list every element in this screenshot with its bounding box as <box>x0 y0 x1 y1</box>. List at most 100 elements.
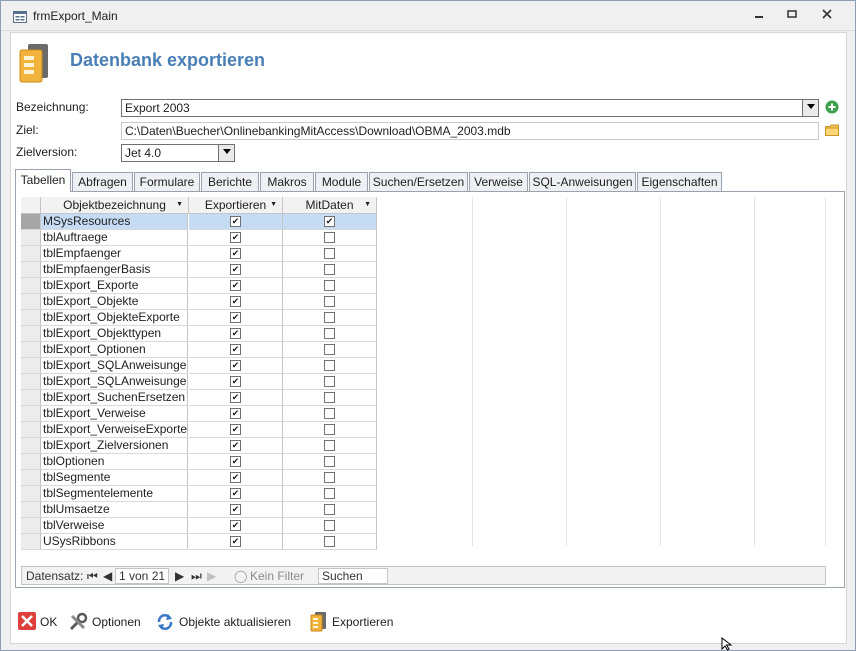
row-selector[interactable] <box>21 534 41 550</box>
sort-arrow-icon[interactable]: ▼ <box>176 197 183 213</box>
tab-abfragen[interactable]: Abfragen <box>72 172 133 192</box>
mitdaten-checkbox[interactable] <box>324 344 335 355</box>
sort-arrow-icon[interactable]: ▼ <box>270 197 277 213</box>
cell-objektbezeichnung[interactable]: tblExport_SuchenErsetzen <box>41 390 188 406</box>
mitdaten-checkbox[interactable] <box>324 472 335 483</box>
mitdaten-checkbox[interactable] <box>324 328 335 339</box>
plus-icon[interactable] <box>825 100 839 114</box>
cell-objektbezeichnung[interactable]: tblSegmentelemente <box>41 486 188 502</box>
zielversion-combo[interactable]: Jet 4.0 <box>121 144 235 162</box>
table-row[interactable]: MSysResources ✔ ✔ <box>21 214 377 230</box>
export-checkbox[interactable]: ✔ <box>230 520 241 531</box>
mitdaten-checkbox[interactable] <box>324 360 335 371</box>
row-selector[interactable] <box>21 230 41 246</box>
row-selector[interactable] <box>21 214 41 230</box>
export-checkbox[interactable]: ✔ <box>230 504 241 515</box>
table-row[interactable]: tblExport_VerweiseExporte ✔ <box>21 422 377 438</box>
cell-objektbezeichnung[interactable]: tblExport_Exporte <box>41 278 188 294</box>
mitdaten-checkbox[interactable]: ✔ <box>324 216 335 227</box>
mitdaten-checkbox[interactable] <box>324 440 335 451</box>
mitdaten-checkbox[interactable] <box>324 520 335 531</box>
mitdaten-checkbox[interactable] <box>324 392 335 403</box>
tab-module[interactable]: Module <box>315 172 368 192</box>
last-record-icon[interactable]: ⏭ <box>191 568 202 584</box>
cell-objektbezeichnung[interactable]: tblExport_Verweise <box>41 406 188 422</box>
new-record-icon[interactable]: ▶ <box>207 568 216 584</box>
exportieren-button[interactable]: Exportieren <box>310 610 400 634</box>
table-row[interactable]: tblExport_SQLAnweisungenE ✔ <box>21 374 377 390</box>
folder-icon[interactable] <box>825 124 839 136</box>
row-selector[interactable] <box>21 486 41 502</box>
row-selector[interactable] <box>21 406 41 422</box>
previous-record-icon[interactable]: ◀ <box>103 568 112 584</box>
table-row[interactable]: USysRibbons ✔ <box>21 534 377 550</box>
tab-eigenschaften[interactable]: Eigenschaften <box>637 172 722 192</box>
table-row[interactable]: tblSegmente ✔ <box>21 470 377 486</box>
export-checkbox[interactable]: ✔ <box>230 312 241 323</box>
row-selector[interactable] <box>21 262 41 278</box>
export-checkbox[interactable]: ✔ <box>230 216 241 227</box>
sort-arrow-icon[interactable]: ▼ <box>364 197 371 213</box>
export-checkbox[interactable]: ✔ <box>230 344 241 355</box>
ziel-field[interactable]: C:\Daten\Buecher\OnlinebankingMitAccess\… <box>121 122 819 140</box>
column-header-exportieren[interactable]: Exportieren ▼ <box>189 197 283 214</box>
row-selector[interactable] <box>21 358 41 374</box>
row-selector[interactable] <box>21 374 41 390</box>
export-checkbox[interactable]: ✔ <box>230 392 241 403</box>
cell-objektbezeichnung[interactable]: tblExport_Objekttypen <box>41 326 188 342</box>
mitdaten-checkbox[interactable] <box>324 312 335 323</box>
cell-objektbezeichnung[interactable]: tblExport_SQLAnweisungen <box>41 358 188 374</box>
table-row[interactable]: tblExport_Verweise ✔ <box>21 406 377 422</box>
table-row[interactable]: tblExport_SuchenErsetzen ✔ <box>21 390 377 406</box>
table-row[interactable]: tblExport_Zielversionen ✔ <box>21 438 377 454</box>
row-selector[interactable] <box>21 438 41 454</box>
table-row[interactable]: tblOptionen ✔ <box>21 454 377 470</box>
mitdaten-checkbox[interactable] <box>324 424 335 435</box>
table-row[interactable]: tblExport_Objekttypen ✔ <box>21 326 377 342</box>
table-row[interactable]: tblExport_Optionen ✔ <box>21 342 377 358</box>
table-row[interactable]: tblExport_Objekte ✔ <box>21 294 377 310</box>
ok-button[interactable]: OK <box>18 610 58 634</box>
cell-objektbezeichnung[interactable]: USysRibbons <box>41 534 188 550</box>
export-checkbox[interactable]: ✔ <box>230 440 241 451</box>
export-checkbox[interactable]: ✔ <box>230 472 241 483</box>
tab-suchen-ersetzen[interactable]: Suchen/Ersetzen <box>369 172 468 192</box>
table-row[interactable]: tblExport_ObjekteExporte ✔ <box>21 310 377 326</box>
cell-objektbezeichnung[interactable]: tblAuftraege <box>41 230 188 246</box>
select-all-corner[interactable] <box>21 197 41 214</box>
export-checkbox[interactable]: ✔ <box>230 280 241 291</box>
table-row[interactable]: tblVerweise ✔ <box>21 518 377 534</box>
cell-objektbezeichnung[interactable]: MSysResources <box>41 214 188 230</box>
tab-verweise[interactable]: Verweise <box>469 172 528 192</box>
cell-objektbezeichnung[interactable]: tblExport_ObjekteExporte <box>41 310 188 326</box>
tab-tabellen[interactable]: Tabellen <box>15 169 71 192</box>
tab-sql-anweisungen[interactable]: SQL-Anweisungen <box>529 172 636 192</box>
export-checkbox[interactable]: ✔ <box>230 232 241 243</box>
table-row[interactable]: tblSegmentelemente ✔ <box>21 486 377 502</box>
table-row[interactable]: tblAuftraege ✔ <box>21 230 377 246</box>
export-checkbox[interactable]: ✔ <box>230 328 241 339</box>
mitdaten-checkbox[interactable] <box>324 504 335 515</box>
next-record-icon[interactable]: ▶ <box>175 568 184 584</box>
cell-objektbezeichnung[interactable]: tblOptionen <box>41 454 188 470</box>
cell-objektbezeichnung[interactable]: tblExport_Objekte <box>41 294 188 310</box>
cell-objektbezeichnung[interactable]: tblEmpfaenger <box>41 246 188 262</box>
mitdaten-checkbox[interactable] <box>324 280 335 291</box>
cell-objektbezeichnung[interactable]: tblSegmente <box>41 470 188 486</box>
table-row[interactable]: tblUmsaetze ✔ <box>21 502 377 518</box>
search-input[interactable]: Suchen <box>318 568 388 584</box>
mitdaten-checkbox[interactable] <box>324 264 335 275</box>
row-selector[interactable] <box>21 502 41 518</box>
column-header-objektbezeichnung[interactable]: Objektbezeichnung ▼ <box>41 197 189 214</box>
column-header-mitdaten[interactable]: MitDaten ▼ <box>283 197 377 214</box>
mitdaten-checkbox[interactable] <box>324 232 335 243</box>
bezeichnung-combo[interactable]: Export 2003 <box>121 99 819 117</box>
export-checkbox[interactable]: ✔ <box>230 360 241 371</box>
export-checkbox[interactable]: ✔ <box>230 376 241 387</box>
row-selector[interactable] <box>21 470 41 486</box>
mitdaten-checkbox[interactable] <box>324 456 335 467</box>
row-selector[interactable] <box>21 422 41 438</box>
export-checkbox[interactable]: ✔ <box>230 408 241 419</box>
tab-makros[interactable]: Makros <box>260 172 314 192</box>
table-row[interactable]: tblEmpfaengerBasis ✔ <box>21 262 377 278</box>
